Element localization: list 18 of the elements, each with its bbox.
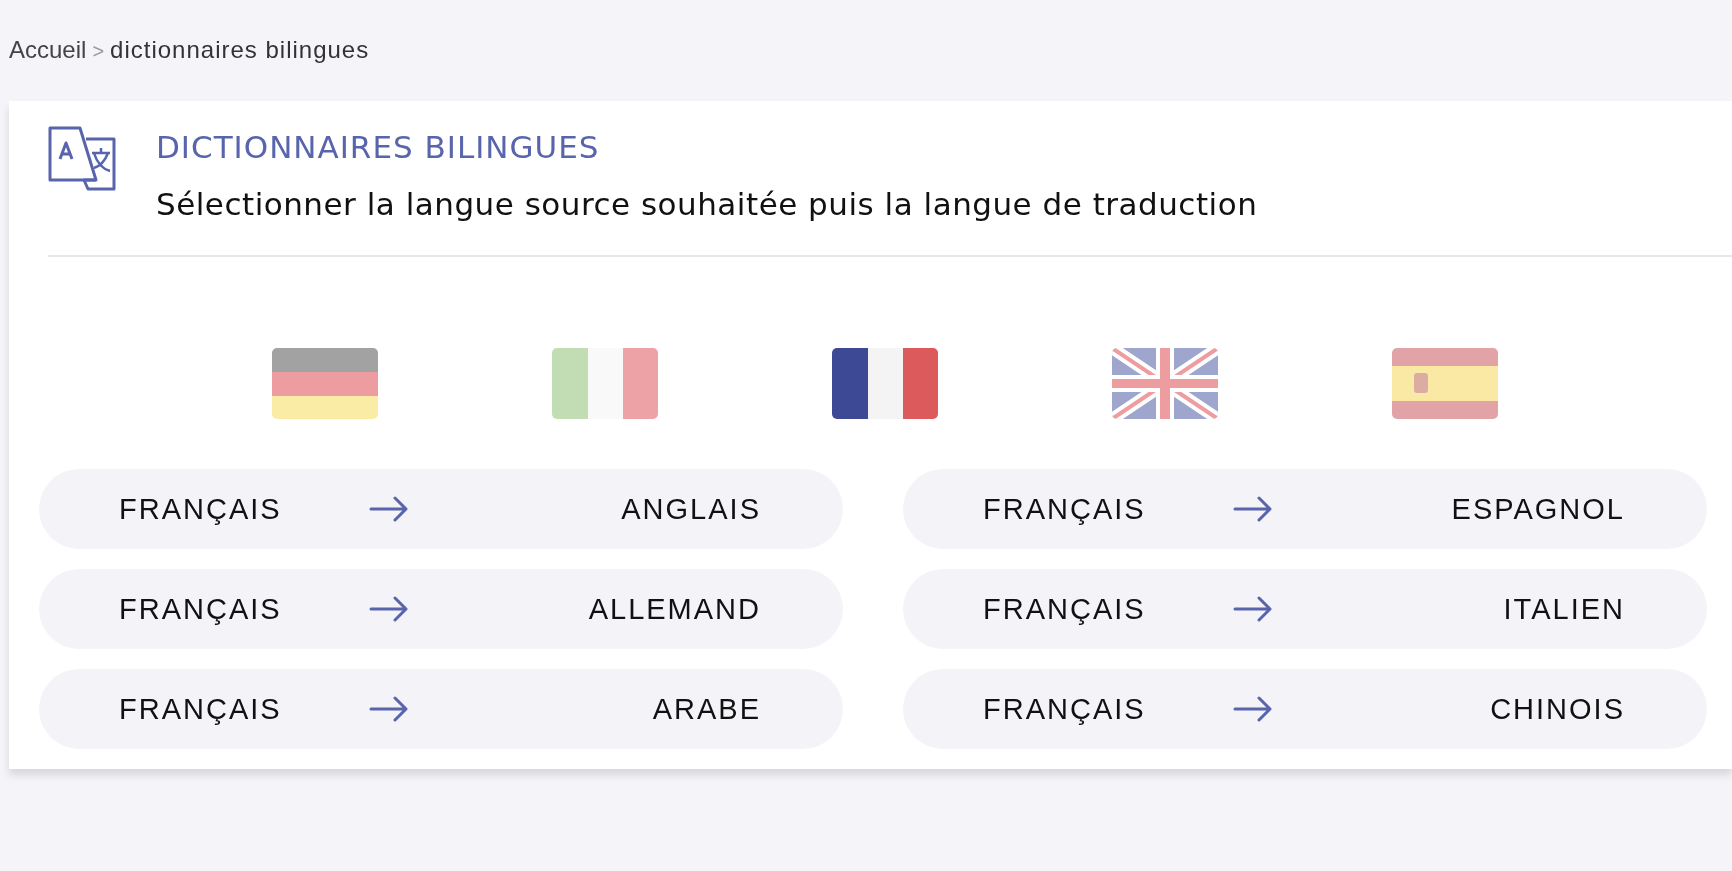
language-pair-button[interactable]: FRANÇAIS ANGLAIS — [39, 469, 843, 549]
language-pair-button[interactable]: FRANÇAIS ITALIEN — [903, 569, 1707, 649]
language-pair-button[interactable]: FRANÇAIS ARABE — [39, 669, 843, 749]
page-title: DICTIONNAIRES BILINGUES — [156, 129, 601, 165]
language-pair-button[interactable]: FRANÇAIS ESPAGNOL — [903, 469, 1707, 549]
language-pair-button[interactable]: FRANÇAIS ALLEMAND — [39, 569, 843, 649]
flag-icon[interactable] — [832, 348, 938, 419]
arrow-right-icon — [1233, 596, 1273, 622]
arrow-right-icon — [1233, 696, 1273, 722]
language-pair-button[interactable]: FRANÇAIS CHINOIS — [903, 669, 1707, 749]
breadcrumb-separator: > — [92, 40, 105, 63]
breadcrumb-current: dictionnaires bilingues — [110, 36, 370, 64]
arrow-right-icon — [369, 496, 409, 522]
breadcrumb-link[interactable]: Accueil — [9, 36, 87, 64]
arrow-right-icon — [1233, 496, 1273, 522]
arrow-right-icon — [369, 696, 409, 722]
page-subtitle: Sélectionner la langue source souhaitée puis la langue de traduction — [156, 185, 1259, 224]
arrow-right-icon — [369, 596, 409, 622]
